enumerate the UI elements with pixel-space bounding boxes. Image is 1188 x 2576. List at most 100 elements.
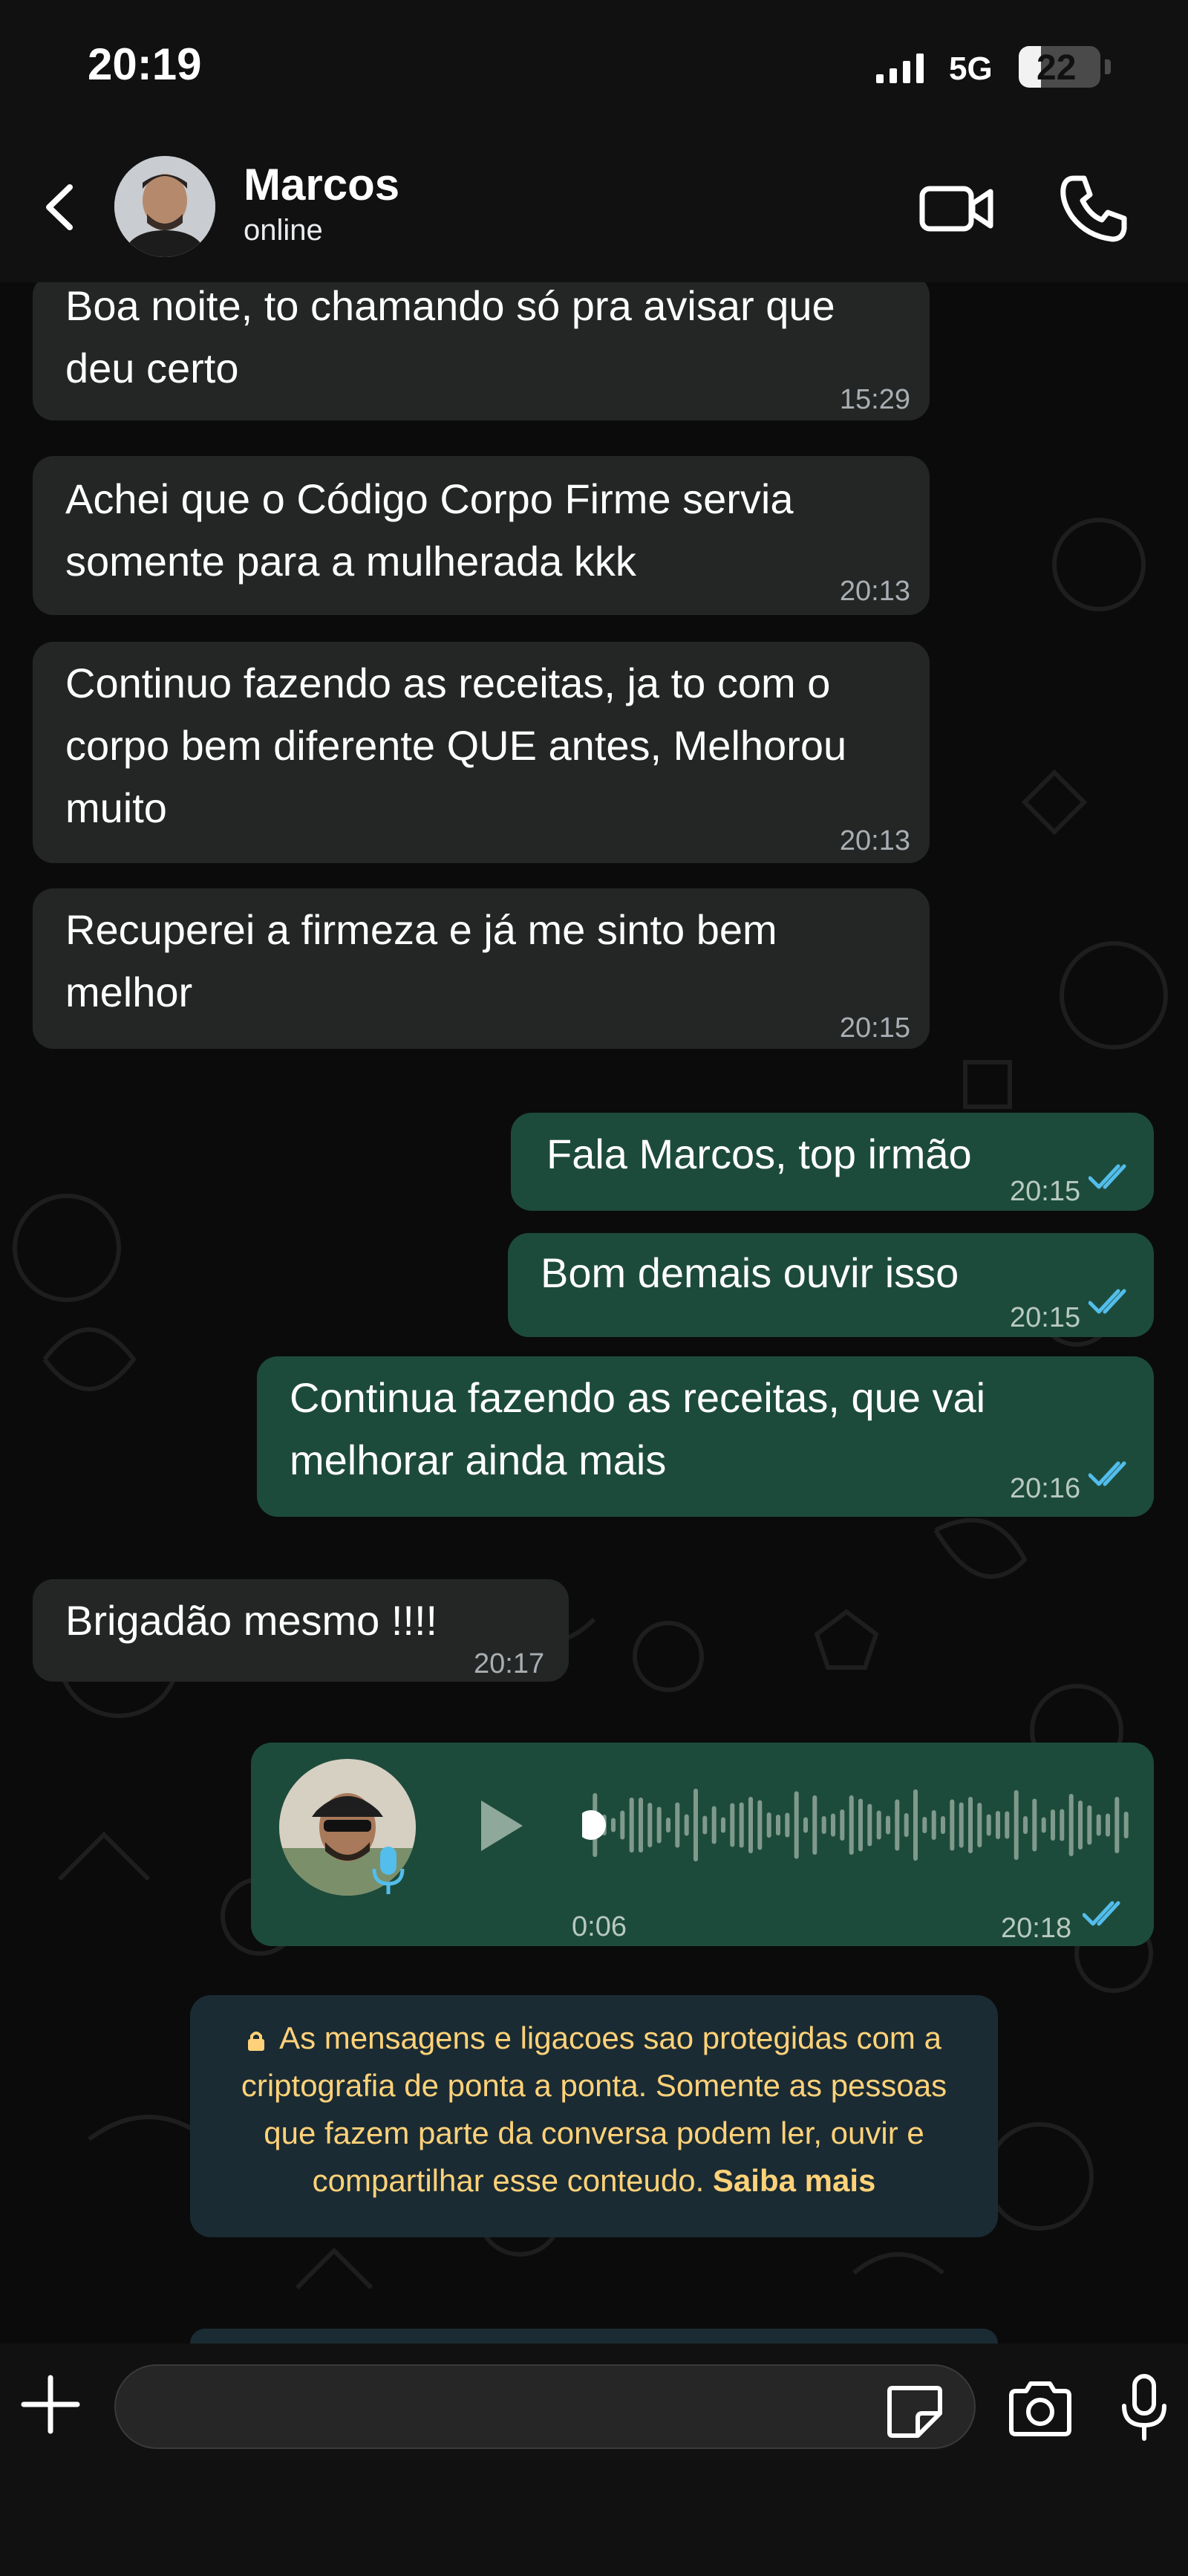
learn-more-link[interactable]: Saiba mais [713,2163,875,2198]
video-call-icon[interactable] [918,175,995,242]
message-time: 20:13 [839,825,910,856]
message-text: Continuo fazendo as receitas, ja to com … [65,660,858,831]
message-time: 20:17 [474,1648,545,1679]
message-bubble-outgoing[interactable]: Continua fazendo as receitas, que vai me… [257,1356,1154,1517]
play-icon[interactable] [475,1796,527,1855]
lock-icon [248,2031,265,2051]
waveform-bar [1114,1797,1120,1853]
waveform-bar [702,1815,708,1835]
waveform-bar [968,1797,973,1853]
message-text: Recuperei a firmeza e já me sinto bem me… [65,906,789,1015]
waveform-bar [1032,1798,1037,1852]
plus-icon[interactable] [21,2375,80,2434]
waveform-bar [1123,1812,1129,1838]
waveform-bar [693,1789,698,1861]
read-ticks-icon [1089,1164,1126,1189]
message-input[interactable] [114,2364,976,2449]
waveform-bar [1068,1794,1074,1856]
waveform-bar [776,1815,780,1835]
message-bubble-outgoing[interactable]: Fala Marcos, top irmão 20:15 [511,1113,1154,1211]
message-time: 20:18 [1001,1913,1072,1944]
waveform-bar [748,1797,753,1853]
message-time: 20:15 [839,1012,910,1044]
message-text: Boa noite, to chamando só pra avisar que… [65,282,847,391]
next-item-edge [190,2329,998,2344]
waveform-bar [1087,1805,1092,1845]
waveform-bar [922,1817,927,1833]
message-time: 20:13 [839,576,910,607]
waveform-bar [1060,1809,1065,1841]
waveform-bar [1096,1814,1101,1836]
encryption-notice[interactable]: As mensagens e ligacoes sao protegidas c… [190,1995,998,2237]
waveform-bar [840,1809,845,1841]
waveform-bar [986,1814,991,1836]
battery-level: 22 [1037,48,1077,88]
waveform-bar [913,1789,918,1861]
waveform-bar [950,1799,955,1851]
waveform-bar [794,1791,799,1859]
waveform-bar [629,1798,634,1853]
waveform-bar [730,1803,735,1847]
waveform-bar [812,1795,817,1855]
waveform-bar [895,1799,900,1851]
contact-name[interactable]: Marcos [244,159,399,210]
waveform-bar [1005,1811,1010,1839]
waveform-bar [1051,1809,1055,1841]
waveform-bar [821,1816,826,1834]
sticker-icon[interactable] [885,2384,944,2440]
waveform-bar [785,1812,790,1838]
waveform-bar [803,1817,808,1833]
waveform-bar [1078,1801,1083,1850]
message-text: Continua fazendo as receitas, que vai me… [290,1374,997,1483]
message-bubble-incoming[interactable]: Boa noite, to chamando só pra avisar que… [33,282,930,420]
waveform-bar [941,1816,945,1834]
status-time: 20:19 [88,39,202,89]
audio-waveform[interactable] [582,1784,1132,1866]
waveform-bar [656,1806,662,1844]
message-bubble-incoming[interactable]: Achei que o Código Corpo Firme servia so… [33,456,930,615]
waveform-bar [684,1814,689,1836]
waveform-bar [647,1803,653,1847]
message-text: Brigadão mesmo !!!! [65,1597,438,1644]
message-bubble-outgoing[interactable]: Bom demais ouvir isso 20:15 [508,1233,1154,1337]
network-label: 5G [949,51,993,87]
message-text: Fala Marcos, top irmão [546,1131,972,1177]
message-bubble-incoming[interactable]: Continuo fazendo as receitas, ja to com … [33,642,930,863]
composer-bar [0,2344,1188,2576]
waveform-bar [904,1813,909,1837]
waveform-bar [711,1806,717,1844]
waveform-bar [620,1810,625,1840]
waveform-bar [996,1811,1000,1839]
signal-icon [876,53,924,83]
microphone-icon[interactable] [1118,2373,1170,2442]
chat-area[interactable]: Boa noite, to chamando só pra avisar que… [0,282,1188,2344]
voice-duration: 0:06 [572,1911,627,1942]
back-icon[interactable] [42,181,79,233]
waveform-bar [739,1802,744,1848]
waveform-bar [876,1810,881,1840]
waveform-bar [639,1798,643,1853]
waveform-bar [931,1810,936,1840]
mic-icon [372,1847,405,1894]
waveform-bar [1106,1813,1110,1837]
message-time: 15:29 [839,384,910,415]
waveform-bar [858,1798,863,1852]
chat-header: Marcos online [0,134,1188,282]
read-ticks-icon [1083,1901,1120,1926]
waveform-bar [611,1818,616,1832]
message-bubble-incoming[interactable]: Brigadão mesmo !!!! 20:17 [33,1579,569,1682]
phone-icon[interactable] [1057,172,1129,244]
message-time: 20:15 [1010,1176,1081,1207]
waveform-bar [849,1795,854,1855]
voice-message-bubble[interactable]: 0:06 20:18 [251,1743,1154,1946]
message-time: 20:16 [1010,1473,1081,1504]
message-bubble-incoming[interactable]: Recuperei a firmeza e já me sinto bem me… [33,888,930,1049]
waveform-bar [867,1803,872,1847]
read-ticks-icon [1089,1289,1126,1314]
waveform-bar [757,1800,763,1850]
contact-status: online [244,214,323,247]
contact-avatar[interactable] [114,156,215,257]
battery-icon: 22 [1019,46,1100,88]
waveform-bar [721,1817,725,1833]
camera-icon[interactable] [1007,2381,1074,2437]
